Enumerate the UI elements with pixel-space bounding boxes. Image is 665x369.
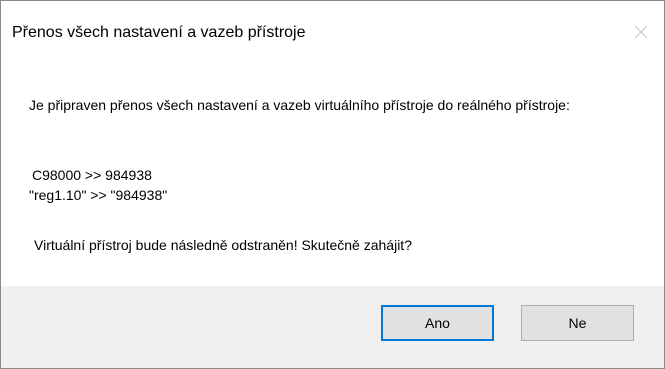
message-intro: Je připraven přenos všech nastavení a va…	[29, 97, 570, 113]
title-bar: Přenos všech nastavení a vazeb přístroje	[1, 1, 664, 67]
mapping-line: C98000 >> 984938	[32, 167, 152, 183]
message-dialog: Přenos všech nastavení a vazeb přístroje…	[0, 0, 665, 369]
message-question: Virtuální přístroj bude následně odstran…	[34, 237, 412, 253]
mapping-line: "reg1.10" >> "984938"	[29, 187, 168, 203]
yes-button[interactable]: Ano	[381, 305, 494, 341]
button-bar: Ano Ne	[1, 286, 664, 368]
close-button[interactable]	[626, 18, 656, 46]
close-icon	[634, 25, 648, 39]
dialog-title: Přenos všech nastavení a vazeb přístroje	[12, 24, 306, 41]
no-button[interactable]: Ne	[521, 305, 634, 341]
